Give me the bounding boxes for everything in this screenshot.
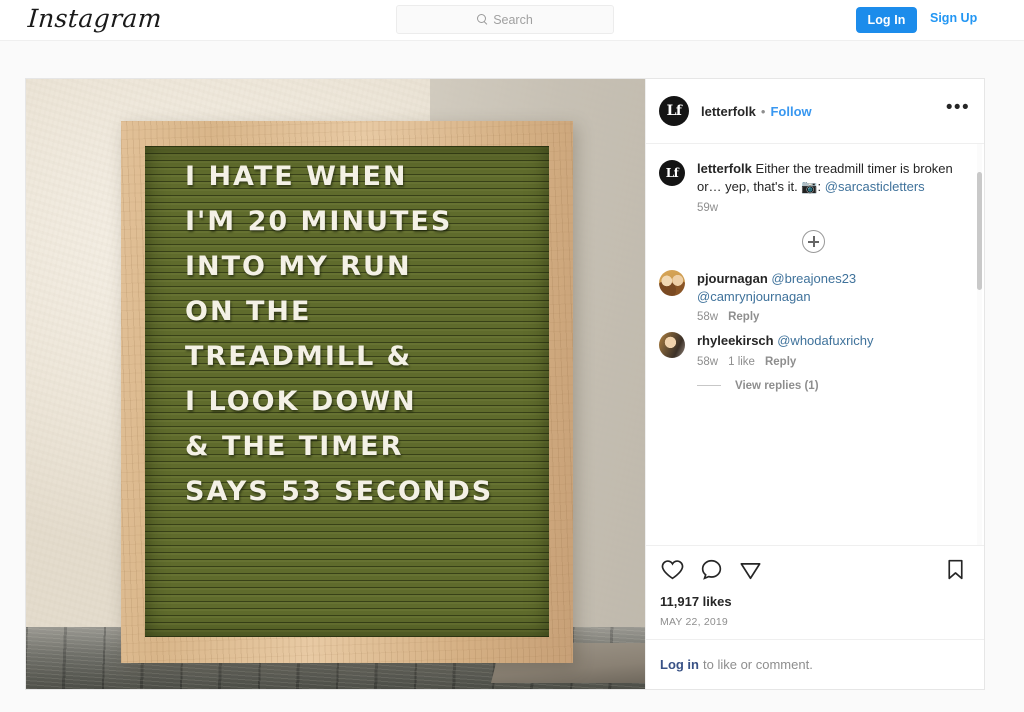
view-replies-row[interactable]: View replies (1): [697, 380, 968, 392]
login-prompt-text: to like or comment.: [703, 657, 813, 672]
speech-bubble-icon[interactable]: [699, 557, 724, 587]
log-in-button[interactable]: Log In: [856, 7, 917, 33]
board-line: I LOOK DOWN: [185, 386, 417, 417]
reply-button[interactable]: Reply: [765, 356, 796, 368]
post-date: MAY 22, 2019: [660, 616, 728, 628]
load-more-comments-button[interactable]: [802, 230, 825, 253]
comment-item: rhyleekirsch @whodafuxrichy 58w 1 like R…: [659, 332, 968, 368]
login-prompt-bar: Log in to like or comment.: [646, 639, 984, 689]
comment-timestamp: 58w: [697, 311, 719, 323]
comment-username[interactable]: rhyleekirsch: [697, 333, 774, 348]
avatar[interactable]: Lf: [659, 160, 685, 186]
search-icon: [477, 14, 488, 25]
scrollbar-thumb[interactable]: [977, 172, 982, 290]
follow-button[interactable]: Follow: [770, 104, 811, 119]
caption-text: letterfolk Either the treadmill timer is…: [697, 160, 968, 195]
comment-item: pjournagan @breajones23 @camrynjournagan…: [659, 270, 968, 323]
post-header: Lf letterfolk • Follow •••: [646, 79, 984, 144]
comments-scroll-area[interactable]: Lf letterfolk Either the treadmill timer…: [646, 144, 984, 545]
action-icon-row: [660, 556, 968, 588]
comment-likes[interactable]: 1 like: [728, 356, 755, 368]
board-line: ON THE: [185, 296, 312, 327]
view-replies-link[interactable]: View replies (1): [735, 380, 819, 392]
caption-username[interactable]: letterfolk: [697, 161, 752, 176]
heart-icon[interactable]: [660, 557, 685, 587]
post-sidebar: Lf letterfolk • Follow ••• Lf letterfolk…: [645, 79, 984, 689]
caption-block: Lf letterfolk Either the treadmill timer…: [659, 160, 968, 214]
likes-count[interactable]: 11,917 likes: [660, 594, 968, 609]
caption-mention[interactable]: @sarcasticletters: [825, 179, 925, 194]
separator-dot: •: [760, 103, 766, 119]
board-line: I HATE WHEN: [185, 161, 408, 192]
search-placeholder: Search: [493, 12, 533, 27]
paper-plane-icon[interactable]: [738, 557, 763, 587]
post-image[interactable]: I HATE WHEN I'M 20 MINUTES INTO MY RUN O…: [26, 79, 645, 689]
sign-up-link[interactable]: Sign Up: [930, 11, 977, 25]
comment-text: rhyleekirsch @whodafuxrichy: [697, 332, 968, 350]
post-author-username[interactable]: letterfolk: [701, 104, 756, 119]
comment-username[interactable]: pjournagan: [697, 271, 768, 286]
more-options-icon[interactable]: •••: [946, 98, 970, 118]
load-more-row: [659, 230, 968, 253]
log-in-link[interactable]: Log in: [660, 657, 699, 672]
bookmark-icon[interactable]: [943, 557, 968, 587]
caption-timestamp: 59w: [697, 202, 719, 214]
comment-text: pjournagan @breajones23 @camrynjournagan: [697, 270, 968, 305]
comment-mentions[interactable]: @whodafuxrichy: [777, 333, 873, 348]
comment-meta: 58w 1 like Reply: [697, 356, 968, 368]
divider-line: [697, 385, 721, 386]
letterboard-text: I HATE WHEN I'M 20 MINUTES INTO MY RUN O…: [145, 162, 549, 507]
board-line: TREADMILL &: [185, 341, 413, 372]
comment-meta: 58w Reply: [697, 311, 968, 323]
board-line: & THE TIMER: [185, 431, 404, 462]
board-line: SAYS 53 SECONDS: [185, 476, 494, 507]
avatar[interactable]: [659, 270, 685, 296]
avatar[interactable]: [659, 332, 685, 358]
letterboard-frame: I HATE WHEN I'M 20 MINUTES INTO MY RUN O…: [121, 121, 573, 663]
letterboard: I HATE WHEN I'M 20 MINUTES INTO MY RUN O…: [145, 146, 549, 637]
post-actions: 11,917 likes MAY 22, 2019: [646, 545, 984, 639]
instagram-logo[interactable]: Instagram: [27, 4, 163, 33]
comment-timestamp: 58w: [697, 355, 719, 368]
board-line: I'M 20 MINUTES: [185, 206, 453, 237]
avatar[interactable]: Lf: [659, 96, 689, 126]
reply-button[interactable]: Reply: [728, 311, 759, 323]
board-line: INTO MY RUN: [185, 251, 412, 282]
search-input[interactable]: Search: [396, 5, 614, 34]
post-card: I HATE WHEN I'M 20 MINUTES INTO MY RUN O…: [25, 78, 985, 690]
top-navigation-bar: Instagram Search Log In Sign Up: [0, 0, 1024, 41]
